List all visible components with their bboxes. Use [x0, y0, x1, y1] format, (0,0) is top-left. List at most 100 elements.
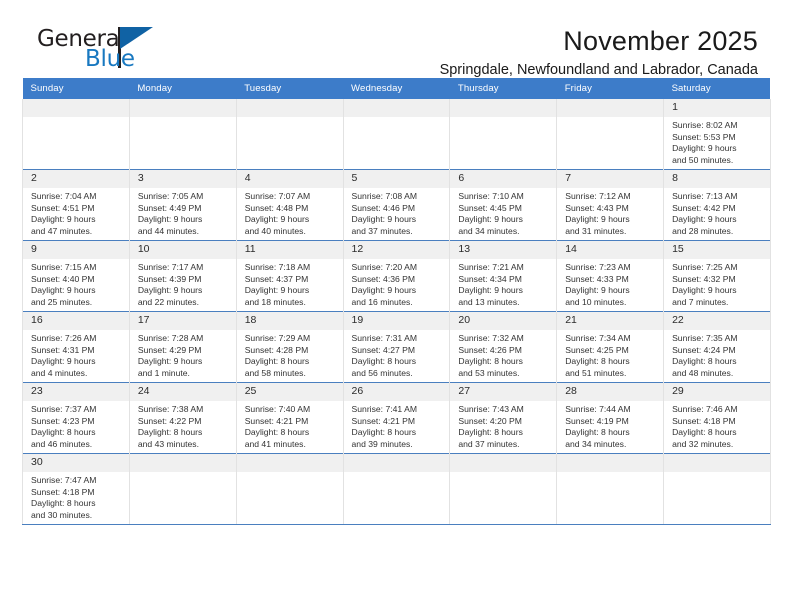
- sun-info-line: Sunrise: 7:46 AM: [672, 404, 738, 414]
- sun-info-line: Sunset: 4:28 PM: [244, 344, 309, 355]
- calendar-day-cell[interactable]: 5 Sunrise: 7:08 AM Sunset: 4:46 PM Daylight…: [342, 169, 451, 241]
- calendar-day-cell[interactable]: 4 Sunrise: 7:07 AM Sunset: 4:48 PM Daylight…: [235, 169, 344, 241]
- calendar-week-row: 2 Sunrise: 7:04 AM Sunset: 4:51 PM Daylight…: [22, 169, 771, 241]
- sun-info-line: Daylight: 9 hours: [672, 143, 737, 154]
- sun-info-line: and 1 minute.: [137, 367, 190, 378]
- calendar-day-cell[interactable]: 15 Sunrise: 7:25 AM Sunset: 4:32 PM Dayligh…: [663, 240, 771, 312]
- day-number: 21: [557, 312, 664, 330]
- calendar-day-cell[interactable]: 3 Sunrise: 7:05 AM Sunset: 4:49 PM Daylight…: [128, 169, 237, 241]
- day-number: 30: [23, 454, 129, 472]
- sun-info-line: Sunset: 4:24 PM: [672, 344, 736, 355]
- calendar-day-cell[interactable]: 2 Sunrise: 7:04 AM Sunset: 4:51 PM Daylight…: [22, 169, 130, 241]
- calendar-day-cell[interactable]: 17 Sunrise: 7:28 AM Sunset: 4:29 PM Dayligh…: [128, 311, 237, 383]
- calendar-day-cell[interactable]: 13 Sunrise: 7:21 AM Sunset: 4:34 PM Dayligh…: [449, 240, 558, 312]
- sun-info-line: Sunset: 4:21 PM: [351, 415, 416, 426]
- calendar-day-cell[interactable]: 26 Sunrise: 7:41 AM Sunset: 4:21 PM Dayligh…: [342, 382, 451, 454]
- sun-info-line: Sunrise: 7:29 AM: [244, 333, 311, 343]
- calendar-day-cell[interactable]: 21 Sunrise: 7:34 AM Sunset: 4:25 PM Dayligh…: [556, 311, 665, 383]
- day-number: 28: [557, 383, 664, 401]
- calendar-day-cell[interactable]: 16 Sunrise: 7:26 AM Sunset: 4:31 PM Dayligh…: [22, 311, 130, 383]
- calendar-day-cell[interactable]: 11 Sunrise: 7:18 AM Sunset: 4:37 PM Dayligh…: [235, 240, 344, 312]
- calendar-day-cell[interactable]: 8 Sunrise: 7:13 AM Sunset: 4:42 PM Daylight…: [663, 169, 771, 241]
- calendar-day-cell[interactable]: 14 Sunrise: 7:23 AM Sunset: 4:33 PM Dayligh…: [556, 240, 665, 312]
- calendar-day-cell[interactable]: 1 Sunrise: 8:02 AM Sunset: 5:53 PM Daylight…: [663, 99, 771, 170]
- calendar-day-cell[interactable]: 22 Sunrise: 7:35 AM Sunset: 4:24 PM Dayligh…: [663, 311, 771, 383]
- day-cell-inner: [236, 99, 343, 169]
- calendar-day-cell[interactable]: 28 Sunrise: 7:44 AM Sunset: 4:19 PM Dayligh…: [556, 382, 665, 454]
- day-number: 14: [557, 241, 664, 259]
- sun-info-line: Sunrise: 7:12 AM: [565, 191, 631, 201]
- sun-info-line: Sunrise: 7:34 AM: [565, 333, 631, 343]
- day-number: [664, 454, 770, 472]
- weekday-header-wednesday: Wednesday: [343, 78, 450, 99]
- sun-info-line: and 51 minutes.: [565, 367, 627, 378]
- calendar-day-cell[interactable]: 10 Sunrise: 7:17 AM Sunset: 4:39 PM Dayligh…: [128, 240, 237, 312]
- day-cell-inner: 7 Sunrise: 7:12 AM Sunset: 4:43 PM Daylight…: [557, 170, 664, 240]
- day-sun-info: Sunrise: 7:41 AM Sunset: 4:21 PM Daylight:…: [344, 401, 450, 451]
- sun-info-line: Sunset: 4:19 PM: [565, 415, 629, 426]
- sun-info-line: and 30 minutes.: [31, 509, 93, 520]
- day-cell-inner: [557, 454, 664, 524]
- day-cell-inner: 18 Sunrise: 7:29 AM Sunset: 4:28 PM Dayligh…: [236, 312, 343, 382]
- page-header: General Blue November 2025 Springdale, N…: [0, 0, 792, 78]
- day-sun-info: Sunrise: 7:05 AM Sunset: 4:49 PM Daylight:…: [130, 188, 236, 238]
- day-sun-info: Sunrise: 7:23 AM Sunset: 4:33 PM Daylight:…: [557, 259, 663, 309]
- day-sun-info: Sunrise: 7:10 AM Sunset: 4:45 PM Daylight:…: [450, 188, 556, 238]
- calendar-day-cell[interactable]: 12 Sunrise: 7:20 AM Sunset: 4:36 PM Dayligh…: [342, 240, 451, 312]
- day-number: 6: [450, 170, 557, 188]
- day-number: 8: [664, 170, 770, 188]
- sun-info-line: Daylight: 8 hours: [137, 427, 203, 438]
- day-number: 1: [664, 99, 770, 117]
- sun-info-line: Daylight: 9 hours: [31, 214, 96, 225]
- day-sun-info: Sunrise: 7:12 AM Sunset: 4:43 PM Daylight:…: [557, 188, 663, 238]
- sun-info-line: Daylight: 9 hours: [565, 214, 630, 225]
- sun-info-line: Sunrise: 7:23 AM: [565, 262, 631, 272]
- sun-info-line: Sunrise: 7:08 AM: [351, 191, 417, 201]
- sun-info-line: Sunrise: 7:17 AM: [137, 262, 204, 272]
- calendar-day-cell[interactable]: 30 Sunrise: 7:47 AM Sunset: 4:18 PM Dayligh…: [22, 453, 130, 525]
- day-number: 9: [23, 241, 129, 259]
- sun-info-line: Sunset: 4:25 PM: [565, 344, 629, 355]
- sun-info-line: Sunset: 4:18 PM: [672, 415, 736, 426]
- calendar-day-cell[interactable]: 7 Sunrise: 7:12 AM Sunset: 4:43 PM Daylight…: [556, 169, 665, 241]
- day-cell-inner: 13 Sunrise: 7:21 AM Sunset: 4:34 PM Dayligh…: [450, 241, 557, 311]
- day-sun-info: Sunrise: 7:28 AM Sunset: 4:29 PM Daylight:…: [130, 330, 236, 380]
- day-number: 29: [664, 383, 770, 401]
- day-cell-inner: 23 Sunrise: 7:37 AM Sunset: 4:23 PM Dayligh…: [23, 383, 129, 453]
- day-number: [450, 454, 557, 472]
- sun-info-line: and 53 minutes.: [458, 367, 520, 378]
- sun-info-line: Sunset: 4:36 PM: [351, 273, 416, 284]
- day-number: [557, 99, 664, 117]
- calendar-day-cell[interactable]: 6 Sunrise: 7:10 AM Sunset: 4:45 PM Daylight…: [449, 169, 558, 241]
- day-sun-info: Sunrise: 7:13 AM Sunset: 4:42 PM Daylight:…: [664, 188, 770, 238]
- day-sun-info: Sunrise: 7:40 AM Sunset: 4:21 PM Daylight:…: [237, 401, 343, 451]
- sun-info-line: Sunrise: 7:18 AM: [244, 262, 311, 272]
- sun-info-line: Daylight: 9 hours: [244, 214, 310, 225]
- sun-info-line: Sunrise: 7:44 AM: [565, 404, 631, 414]
- calendar-day-cell[interactable]: 27 Sunrise: 7:43 AM Sunset: 4:20 PM Dayligh…: [449, 382, 558, 454]
- sun-info-line: Daylight: 9 hours: [137, 285, 203, 296]
- calendar-day-cell[interactable]: 20 Sunrise: 7:32 AM Sunset: 4:26 PM Dayligh…: [449, 311, 558, 383]
- calendar-day-cell[interactable]: 23 Sunrise: 7:37 AM Sunset: 4:23 PM Dayligh…: [22, 382, 130, 454]
- sunrise-sunset-calendar: Sunday Monday Tuesday Wednesday Thursday Frid…: [22, 78, 771, 525]
- calendar-day-cell[interactable]: 25 Sunrise: 7:40 AM Sunset: 4:21 PM Dayligh…: [235, 382, 344, 454]
- calendar-empty-cell: [235, 453, 344, 525]
- calendar-day-cell[interactable]: 18 Sunrise: 7:29 AM Sunset: 4:28 PM Dayligh…: [235, 311, 344, 383]
- day-cell-inner: 25 Sunrise: 7:40 AM Sunset: 4:21 PM Dayligh…: [236, 383, 343, 453]
- calendar-day-cell[interactable]: 9 Sunrise: 7:15 AM Sunset: 4:40 PM Daylight…: [22, 240, 130, 312]
- sun-info-line: Sunrise: 7:35 AM: [672, 333, 738, 343]
- sun-info-line: Sunset: 4:43 PM: [565, 202, 629, 213]
- sun-info-line: and 13 minutes.: [458, 296, 520, 307]
- calendar-header-row: Sunday Monday Tuesday Wednesday Thursday Frid…: [22, 78, 771, 99]
- day-cell-inner: 26 Sunrise: 7:41 AM Sunset: 4:21 PM Dayligh…: [343, 383, 450, 453]
- calendar-day-cell[interactable]: 19 Sunrise: 7:31 AM Sunset: 4:27 PM Dayligh…: [342, 311, 451, 383]
- sun-info-line: and 28 minutes.: [672, 225, 734, 236]
- calendar-day-cell[interactable]: 24 Sunrise: 7:38 AM Sunset: 4:22 PM Dayligh…: [128, 382, 237, 454]
- sun-info-line: Sunset: 4:21 PM: [244, 415, 309, 426]
- calendar-week-row: 9 Sunrise: 7:15 AM Sunset: 4:40 PM Daylight…: [22, 240, 771, 312]
- general-blue-logo[interactable]: General Blue: [34, 26, 184, 78]
- sun-info-line: Sunset: 4:32 PM: [672, 273, 736, 284]
- sun-info-line: Sunrise: 7:15 AM: [31, 262, 97, 272]
- day-cell-inner: [343, 99, 450, 169]
- calendar-day-cell[interactable]: 29 Sunrise: 7:46 AM Sunset: 4:18 PM Dayligh…: [663, 382, 771, 454]
